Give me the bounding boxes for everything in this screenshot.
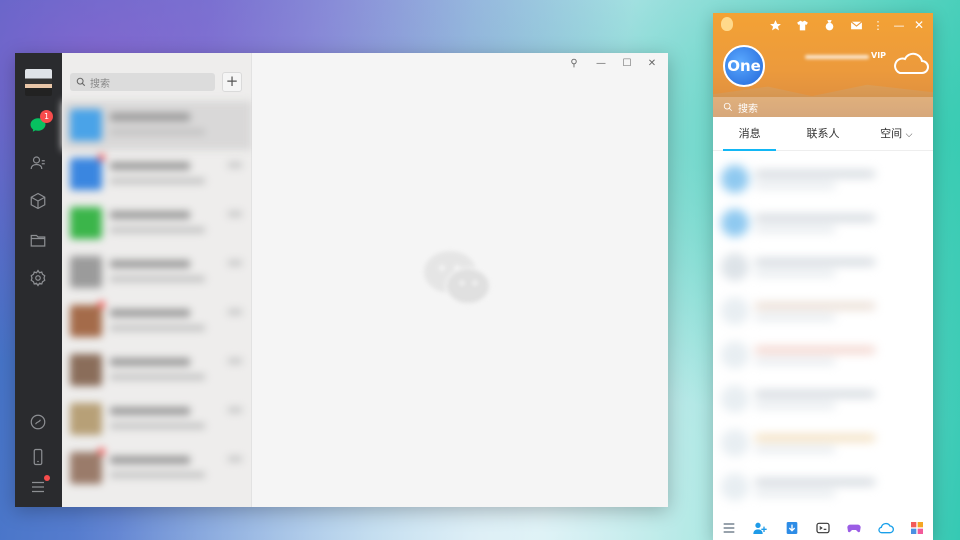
apps-icon[interactable] bbox=[909, 520, 925, 536]
maximize-button[interactable]: ☐ bbox=[620, 57, 634, 71]
qq-bottom-toolbar bbox=[713, 515, 933, 540]
chat-icon[interactable]: 1 bbox=[28, 110, 53, 135]
qq-search-placeholder: 搜索 bbox=[738, 103, 758, 115]
qq-search-input[interactable]: 搜索 bbox=[713, 97, 933, 117]
search-icon bbox=[76, 77, 86, 87]
search-input[interactable]: 搜索 bbox=[70, 73, 215, 91]
list-item[interactable] bbox=[62, 444, 252, 493]
more-icon[interactable]: ⋮ bbox=[873, 17, 884, 33]
search-icon bbox=[723, 102, 733, 112]
qq-message-list bbox=[719, 163, 929, 508]
qq-header: ⋮ — ✕ One VIP 搜索 bbox=[713, 13, 933, 117]
list-item[interactable] bbox=[62, 150, 252, 199]
mini-game-icon[interactable] bbox=[815, 520, 831, 536]
list-item[interactable] bbox=[719, 383, 924, 415]
list-item[interactable] bbox=[62, 101, 252, 150]
qq-avatar[interactable]: One bbox=[723, 45, 765, 87]
list-item[interactable] bbox=[719, 207, 924, 239]
conversation-list: 搜索 + bbox=[62, 53, 252, 507]
user-avatar[interactable] bbox=[25, 69, 52, 96]
phone-icon[interactable] bbox=[28, 447, 48, 467]
wechat-logo-icon bbox=[424, 251, 491, 305]
mail-icon[interactable] bbox=[849, 17, 863, 33]
menu-icon[interactable] bbox=[28, 475, 50, 497]
chevron-down-icon: ⌵ bbox=[905, 130, 913, 140]
main-menu-icon[interactable] bbox=[721, 520, 737, 536]
list-item[interactable] bbox=[719, 471, 924, 503]
list-item[interactable] bbox=[62, 248, 252, 297]
list-item[interactable] bbox=[62, 395, 252, 444]
minimize-icon[interactable]: — bbox=[893, 17, 905, 33]
tab-space[interactable]: 空间 ⌵ bbox=[860, 117, 933, 150]
minimize-button[interactable]: — bbox=[594, 57, 608, 71]
settings-icon[interactable] bbox=[28, 268, 48, 288]
wechat-window: 1 搜索 + ⚲ — ☐ ✕ bbox=[15, 53, 668, 507]
qq-nickname[interactable] bbox=[805, 55, 869, 59]
list-item[interactable] bbox=[62, 297, 252, 346]
qq-window: ⋮ — ✕ One VIP 搜索 消息 联系人 空间 ⌵ bbox=[713, 13, 933, 540]
list-item[interactable] bbox=[62, 199, 252, 248]
weiyun-icon[interactable] bbox=[878, 520, 894, 536]
tab-contacts[interactable]: 联系人 bbox=[786, 117, 859, 150]
contacts-icon[interactable] bbox=[28, 153, 48, 173]
qq-logo-icon bbox=[721, 17, 733, 31]
add-friend-icon[interactable] bbox=[752, 520, 768, 536]
pin-icon[interactable]: ⚲ bbox=[567, 57, 581, 71]
chat-area: ⚲ — ☐ ✕ bbox=[252, 53, 668, 507]
list-item[interactable] bbox=[719, 339, 924, 371]
medal-icon[interactable] bbox=[822, 17, 836, 33]
menu-notification-dot bbox=[44, 475, 50, 481]
close-button[interactable]: ✕ bbox=[645, 57, 659, 71]
folder-icon[interactable] bbox=[28, 230, 48, 250]
miniprogram-icon[interactable] bbox=[28, 412, 48, 432]
close-icon[interactable]: ✕ bbox=[913, 17, 925, 33]
list-item[interactable] bbox=[62, 346, 252, 395]
qq-tabs: 消息 联系人 空间 ⌵ bbox=[713, 117, 933, 151]
list-item[interactable] bbox=[719, 251, 924, 283]
list-item[interactable] bbox=[719, 295, 924, 327]
wechat-sidebar: 1 bbox=[15, 53, 62, 507]
star-icon[interactable] bbox=[768, 17, 782, 33]
game-icon[interactable] bbox=[846, 520, 862, 536]
favorites-icon[interactable] bbox=[28, 191, 48, 211]
shirt-icon[interactable] bbox=[795, 17, 809, 33]
weather-cloud-icon[interactable] bbox=[891, 49, 929, 77]
add-chat-button[interactable]: + bbox=[222, 72, 242, 92]
vip-badge[interactable]: VIP bbox=[871, 51, 886, 60]
tab-messages[interactable]: 消息 bbox=[713, 117, 786, 151]
list-item[interactable] bbox=[719, 163, 924, 195]
file-transfer-icon[interactable] bbox=[784, 520, 800, 536]
search-placeholder: 搜索 bbox=[90, 78, 110, 90]
unread-badge: 1 bbox=[40, 110, 53, 123]
list-item[interactable] bbox=[719, 427, 924, 459]
